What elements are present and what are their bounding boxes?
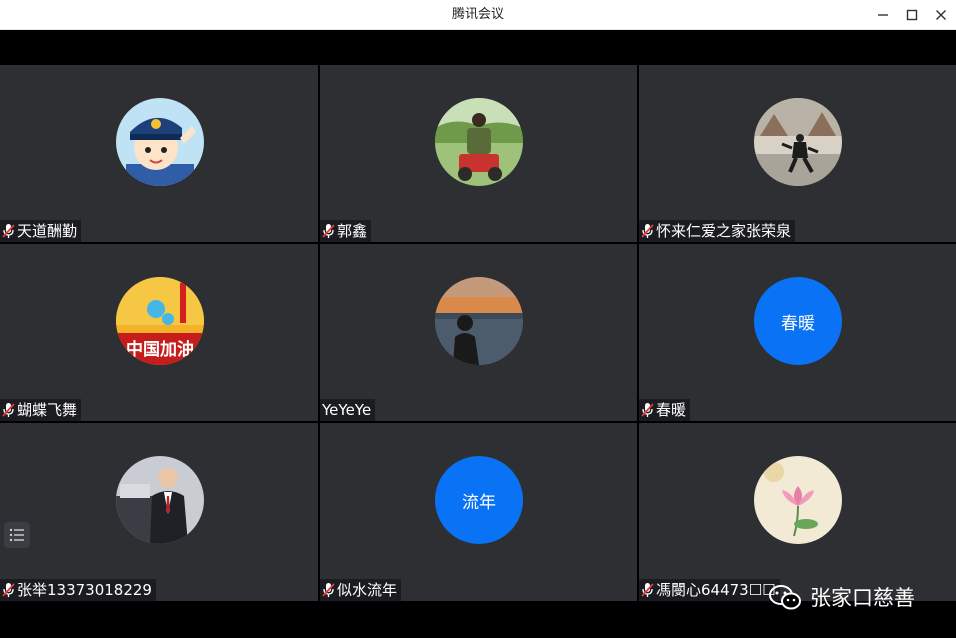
participant-tile[interactable]: 郭鑫	[320, 65, 637, 242]
participant-name: 郭鑫	[337, 222, 368, 240]
mic-muted-icon	[2, 403, 15, 417]
china-banner-avatar-icon: 中国加油	[116, 277, 204, 365]
participant-grid: 天道酬勤 郭鑫 怀来仁爱之家张荣泉 中国加油 蝴蝶飞舞 YeYeYe 春暖 春暖…	[0, 65, 956, 601]
participant-name: 馮閿心64473☐☐	[656, 581, 776, 599]
mic-muted-icon	[641, 224, 654, 238]
lotus-painting-avatar-icon	[754, 456, 842, 544]
participant-name: 天道酬勤	[17, 222, 78, 240]
participant-name: 蝴蝶飞舞	[17, 401, 78, 419]
participant-list-button[interactable]	[4, 522, 30, 548]
avatar: 中国加油	[116, 277, 204, 365]
participant-name: 似水流年	[337, 581, 398, 599]
participant-name: 春暖	[656, 401, 687, 419]
mic-muted-icon	[2, 224, 15, 238]
close-icon	[936, 10, 946, 20]
avatar	[754, 98, 842, 186]
maximize-button[interactable]	[897, 0, 927, 30]
wechat-icon	[769, 585, 801, 610]
minimize-icon	[878, 14, 888, 16]
participant-name: 张举13373018229	[17, 581, 152, 599]
participant-name: YeYeYe	[322, 401, 372, 419]
participant-name-label: YeYeYe	[320, 399, 376, 421]
watermark-text: 张家口慈善	[810, 586, 915, 610]
minimize-button[interactable]	[868, 0, 898, 30]
taichi-photo-avatar-icon	[754, 98, 842, 186]
mic-muted-icon	[641, 583, 654, 597]
participant-name-label: 蝴蝶飞舞	[0, 399, 82, 421]
avatar	[116, 98, 204, 186]
participant-tile[interactable]: YeYeYe	[320, 244, 637, 421]
participant-name-label: 怀来仁爱之家张荣泉	[639, 220, 796, 242]
avatar	[435, 98, 523, 186]
sunset-photo-avatar-icon	[435, 277, 523, 365]
mic-muted-icon	[641, 403, 654, 417]
participant-tile[interactable]: 流年 似水流年	[320, 423, 637, 601]
participant-name: 怀来仁爱之家张荣泉	[656, 222, 792, 240]
close-button[interactable]	[926, 0, 956, 30]
text-avatar: 流年	[435, 456, 523, 544]
mic-muted-icon	[322, 583, 335, 597]
avatar-banner-text: 中国加油	[126, 339, 194, 360]
participant-name-label: 郭鑫	[320, 220, 372, 242]
participant-name-label: 张举13373018229	[0, 579, 156, 601]
police-cartoon-avatar-icon	[116, 98, 204, 186]
participant-tile[interactable]: 中国加油 蝴蝶飞舞	[0, 244, 318, 421]
participant-tile[interactable]: 馮閿心64473☐☐	[639, 423, 956, 601]
window-titlebar: 腾讯会议	[0, 0, 956, 30]
avatar	[754, 456, 842, 544]
maximize-icon	[906, 9, 918, 21]
participant-name-label: 似水流年	[320, 579, 402, 601]
text-avatar: 春暖	[754, 277, 842, 365]
avatar	[435, 277, 523, 365]
mic-muted-icon	[322, 224, 335, 238]
tractor-photo-avatar-icon	[435, 98, 523, 186]
participant-name-label: 馮閿心64473☐☐	[639, 579, 780, 601]
participant-name-label: 天道酬勤	[0, 220, 82, 242]
participant-tile[interactable]: 春暖 春暖	[639, 244, 956, 421]
participant-tile[interactable]: 张举13373018229	[0, 423, 318, 601]
top-black-band	[0, 30, 956, 65]
participant-name-label: 春暖	[639, 399, 691, 421]
mic-muted-icon	[2, 583, 15, 597]
avatar	[116, 456, 204, 544]
wechat-watermark: 张家口慈善	[768, 582, 915, 612]
list-icon	[9, 528, 24, 542]
participant-tile[interactable]: 怀来仁爱之家张荣泉	[639, 65, 956, 242]
participant-tile[interactable]: 天道酬勤	[0, 65, 318, 242]
window-title: 腾讯会议	[451, 7, 504, 22]
man-suit-photo-avatar-icon	[116, 456, 204, 544]
